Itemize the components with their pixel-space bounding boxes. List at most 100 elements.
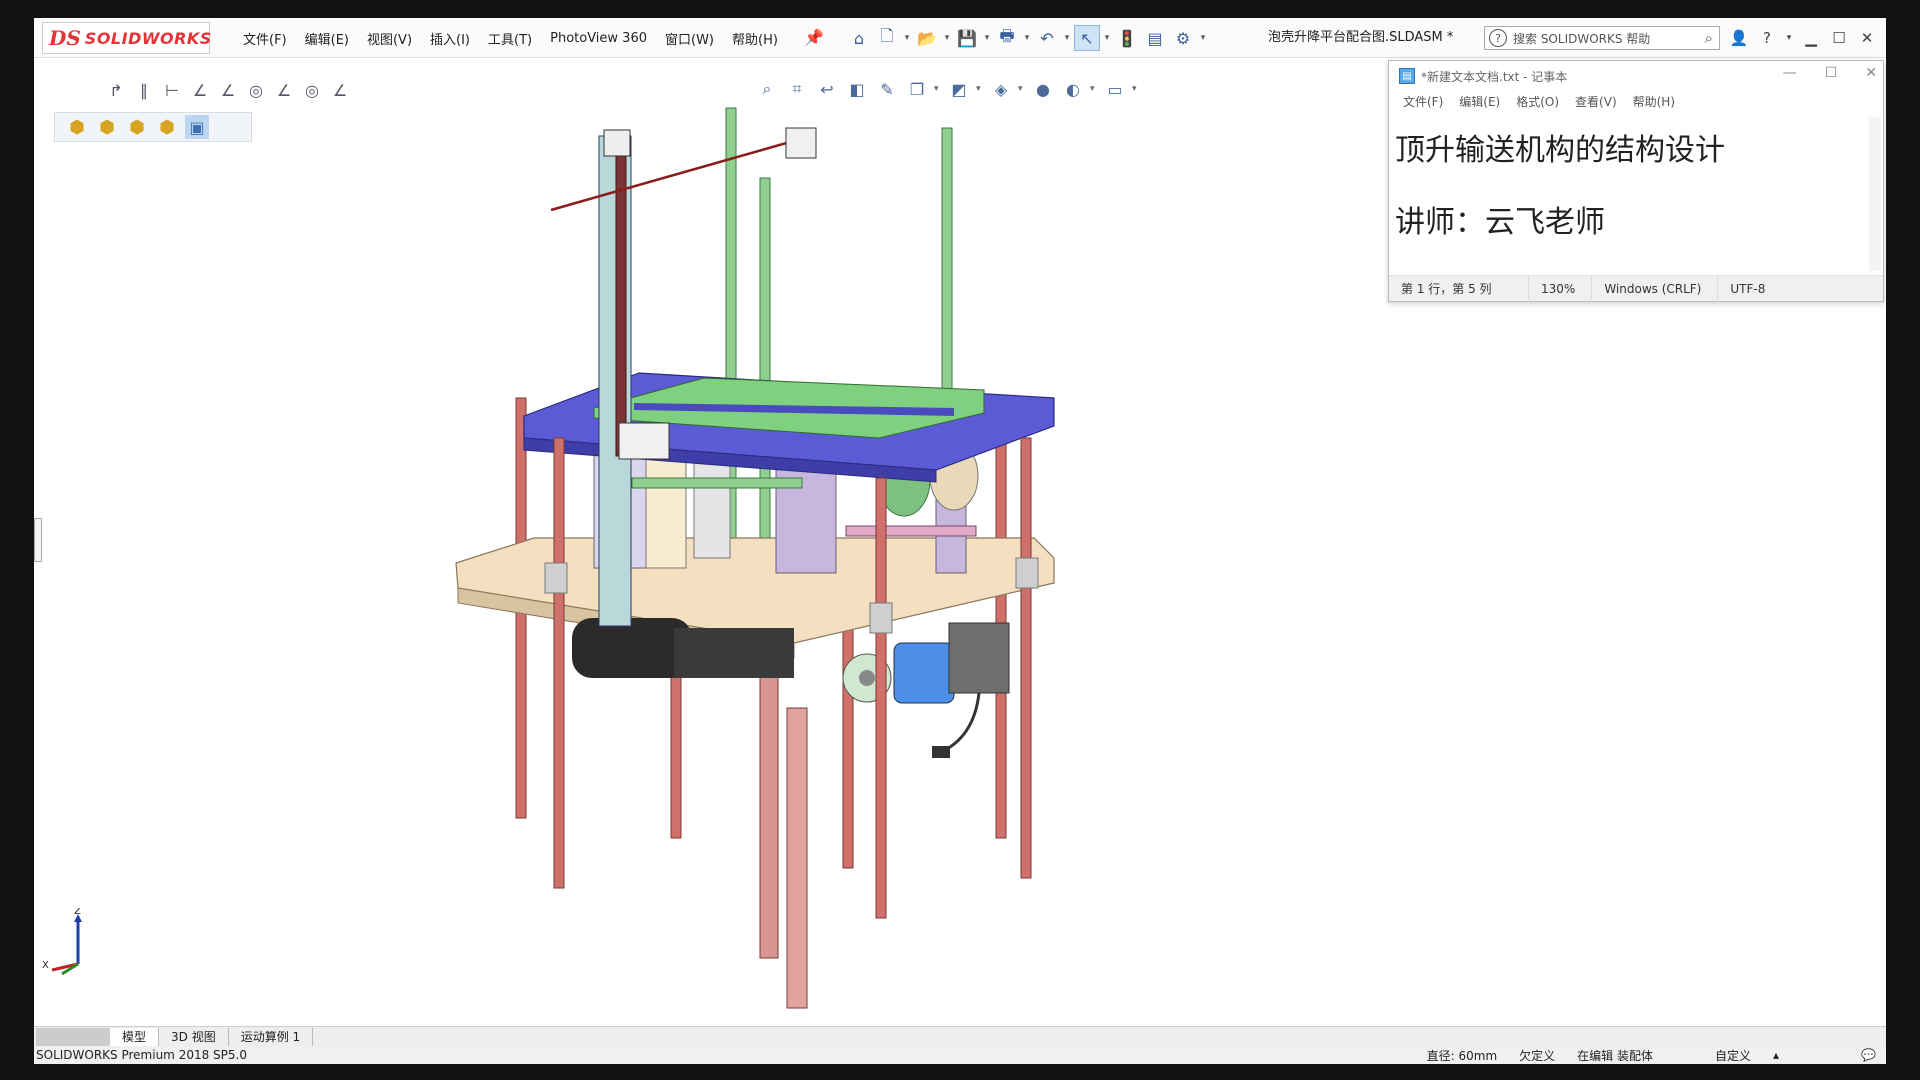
chevron-down-icon[interactable]: ▾	[1062, 33, 1072, 43]
select-cursor-icon[interactable]: ↖	[1074, 25, 1100, 51]
chevron-down-icon[interactable]: ▾	[902, 33, 912, 43]
tab-model[interactable]: 模型	[110, 1027, 160, 1046]
save-icon[interactable]: 💾	[954, 25, 980, 51]
new-document-icon[interactable]: 🗋	[874, 25, 900, 51]
units-custom[interactable]: 自定义	[1715, 1047, 1751, 1064]
logo-wordmark: SOLIDWORKS	[84, 28, 212, 48]
appearance-icon[interactable]: ●	[1030, 76, 1056, 102]
file-properties-icon[interactable]: ▤	[1142, 25, 1168, 51]
dimension-icon[interactable]: ⊢	[160, 78, 184, 102]
help-search-input[interactable]: ? 搜索 SOLIDWORKS 帮助 ⌕	[1484, 26, 1720, 50]
chevron-down-icon[interactable]: ▾	[976, 84, 984, 94]
chevron-down-icon[interactable]: ▾	[1784, 33, 1794, 43]
minimize-icon[interactable]: —	[1783, 65, 1797, 81]
menu-file[interactable]: 文件(F)	[234, 29, 296, 48]
close-icon[interactable]: ✕	[1865, 65, 1877, 81]
menu-help[interactable]: 帮助(H)	[723, 29, 787, 48]
menu-photoview[interactable]: PhotoView 360	[541, 31, 656, 46]
angle-icon[interactable]: ∠	[328, 78, 352, 102]
menu-edit[interactable]: 编辑(E)	[296, 29, 358, 48]
rod-collar	[869, 602, 893, 634]
arrow-icon[interactable]: ↱	[104, 78, 128, 102]
chevron-down-icon[interactable]: ▾	[1022, 33, 1032, 43]
view-orientation-icon[interactable]: ❐	[904, 76, 930, 102]
measure-readout: 直径: 60mm	[1426, 1048, 1498, 1063]
menu-view[interactable]: 视图(V)	[358, 29, 421, 48]
chevron-up-icon[interactable]: ▴	[1773, 1048, 1779, 1062]
notepad-text-area[interactable]: 顶升输送机构的结构设计 讲师：云飞老师	[1393, 115, 1865, 275]
maximize-icon[interactable]: ☐	[1828, 29, 1850, 47]
angle-icon[interactable]: ∠	[216, 78, 240, 102]
tab-motion-study[interactable]: 运动算例 1	[229, 1027, 314, 1046]
encoding: UTF-8	[1730, 281, 1766, 296]
notepad-scrollbar[interactable]	[1869, 117, 1881, 271]
document-title: 泡壳升降平台配合图.SLDASM *	[1268, 30, 1454, 45]
support-rod	[842, 617, 854, 869]
actuator-belt	[615, 135, 627, 457]
help-icon[interactable]: ?	[1756, 29, 1778, 47]
notepad-menu-view[interactable]: 查看(V)	[1567, 93, 1625, 110]
zoom-to-fit-icon[interactable]: ⌕	[754, 76, 780, 102]
chevron-down-icon[interactable]: ▾	[934, 84, 942, 94]
traffic-light-icon[interactable]: 🚦	[1114, 25, 1140, 51]
previous-view-icon[interactable]: ↩	[814, 76, 840, 102]
rod-collar	[1015, 557, 1039, 589]
solidworks-window: DS SOLIDWORKS 文件(F) 编辑(E) 视图(V) 插入(I) 工具…	[34, 18, 1886, 1064]
feature-manager-collapse-handle[interactable]	[34, 518, 42, 562]
minimize-icon[interactable]: ▁	[1800, 29, 1822, 47]
undo-icon[interactable]: ↶	[1034, 25, 1060, 51]
pattern-icon[interactable]: ∥	[132, 78, 156, 102]
section-view-icon[interactable]: ◧	[844, 76, 870, 102]
main-menu: 文件(F) 编辑(E) 视图(V) 插入(I) 工具(T) PhotoView …	[234, 18, 787, 58]
zoom-level: 130%	[1529, 275, 1593, 302]
component-icon[interactable]: ⬢	[125, 115, 149, 139]
chevron-down-icon[interactable]: ▾	[942, 33, 952, 43]
chevron-down-icon[interactable]: ▾	[1198, 33, 1208, 43]
chevron-down-icon[interactable]: ▾	[1132, 84, 1140, 94]
chevron-down-icon[interactable]: ▾	[1102, 33, 1112, 43]
display-style-icon[interactable]: ◩	[946, 76, 972, 102]
concentric-icon[interactable]: ◎	[300, 78, 324, 102]
chat-icon[interactable]: 💬	[1861, 1048, 1876, 1062]
pin-icon[interactable]: 📌	[804, 28, 824, 47]
user-icon[interactable]: 👤	[1728, 29, 1750, 47]
chevron-down-icon[interactable]: ▾	[1018, 84, 1026, 94]
chevron-down-icon[interactable]: ▾	[982, 33, 992, 43]
notepad-menu-format[interactable]: 格式(O)	[1508, 93, 1567, 110]
triad-x-label: X	[42, 960, 49, 971]
menu-window[interactable]: 窗口(W)	[656, 29, 723, 48]
open-folder-icon[interactable]: 📂	[914, 25, 940, 51]
monitor-icon[interactable]: ▭	[1102, 76, 1128, 102]
notepad-menu-help[interactable]: 帮助(H)	[1625, 93, 1683, 110]
menu-tools[interactable]: 工具(T)	[479, 29, 541, 48]
menu-insert[interactable]: 插入(I)	[421, 29, 479, 48]
home-icon[interactable]: ⌂	[846, 25, 872, 51]
hide-show-icon[interactable]: ◈	[988, 76, 1014, 102]
notepad-window-controls: — ☐ ✕	[1783, 65, 1877, 81]
zoom-area-icon[interactable]: ⌗	[784, 76, 810, 102]
definition-state: 欠定义	[1519, 1048, 1556, 1063]
status-bar: SOLIDWORKS Premium 2018 SP5.0 直径: 60mm 欠…	[34, 1046, 1886, 1064]
notepad-menu-file[interactable]: 文件(F)	[1395, 93, 1451, 110]
dynamic-annotation-icon[interactable]: ✎	[874, 76, 900, 102]
component-icon[interactable]: ⬢	[155, 115, 179, 139]
tab-3d-view[interactable]: 3D 视图	[159, 1027, 229, 1046]
component-icon[interactable]: ⬢	[95, 115, 119, 139]
standard-toolbar: ⌂ 🗋 ▾ 📂 ▾ 💾 ▾ 🖶 ▾ ↶ ▾ ↖ ▾ 🚦 ▤ ⚙ ▾	[846, 24, 1208, 52]
tab-scroll-arrows[interactable]	[36, 1027, 110, 1046]
print-icon[interactable]: 🖶	[994, 25, 1020, 51]
concentric-icon[interactable]: ◎	[244, 78, 268, 102]
maximize-icon[interactable]: ☐	[1825, 65, 1838, 81]
solidworks-logo[interactable]: DS SOLIDWORKS	[42, 22, 212, 54]
component-icon[interactable]: ⬢	[65, 115, 89, 139]
angle-icon[interactable]: ∠	[272, 78, 296, 102]
angle-icon[interactable]: ∠	[188, 78, 212, 102]
support-rod	[759, 657, 779, 959]
notepad-menu-edit[interactable]: 编辑(E)	[1451, 93, 1508, 110]
chevron-down-icon[interactable]: ▾	[1090, 84, 1098, 94]
search-icon[interactable]: ⌕	[1705, 29, 1713, 47]
scene-icon[interactable]: ◐	[1060, 76, 1086, 102]
options-gear-icon[interactable]: ⚙	[1170, 25, 1196, 51]
cube-icon[interactable]: ▣	[185, 115, 209, 139]
close-icon[interactable]: ✕	[1856, 29, 1878, 47]
